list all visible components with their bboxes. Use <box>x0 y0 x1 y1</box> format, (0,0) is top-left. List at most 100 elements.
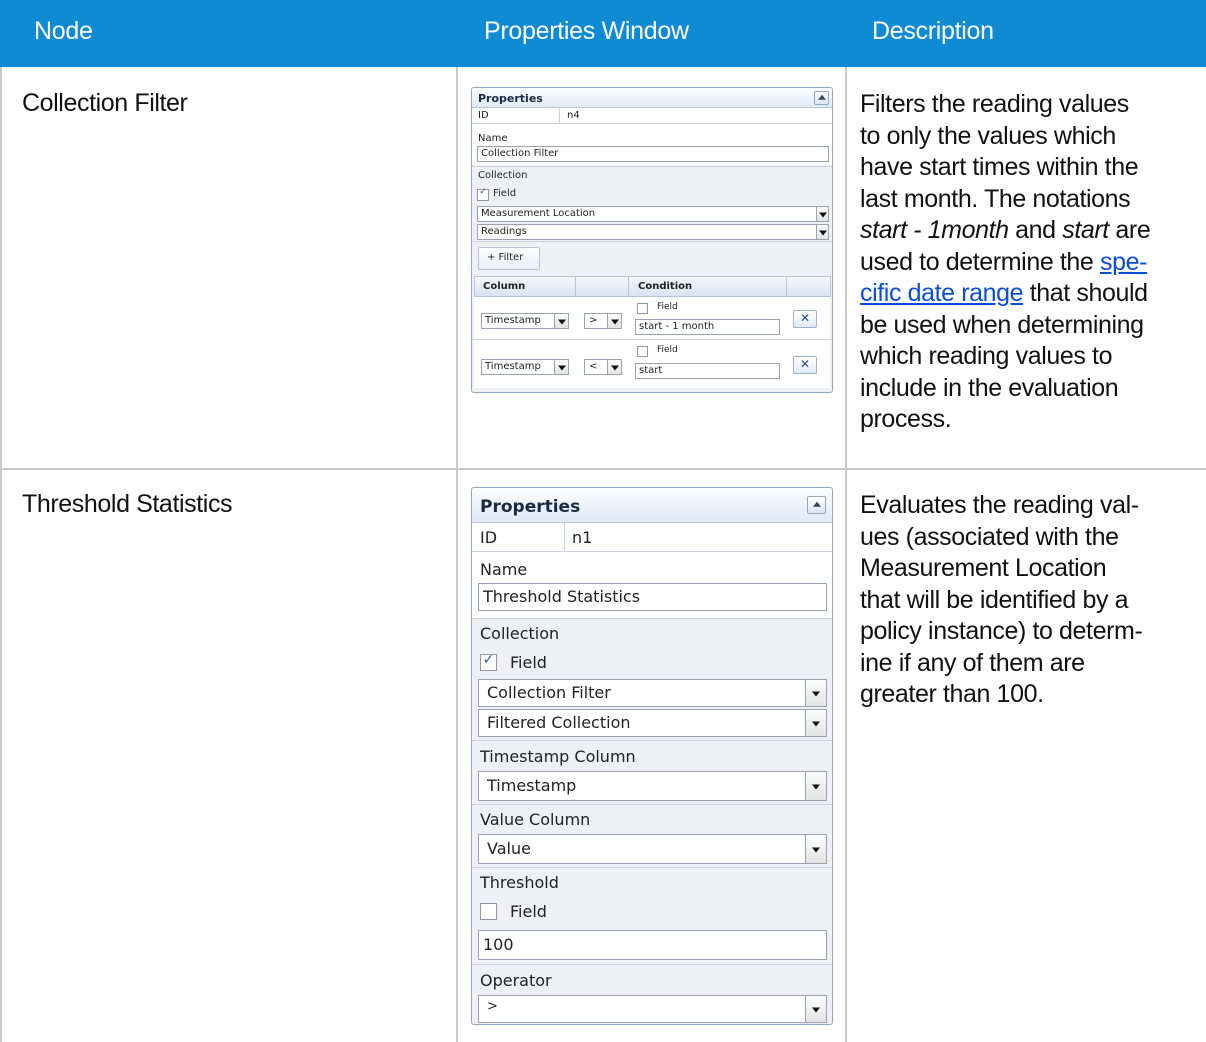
properties-panel-collection-filter: Properties ID n4 Name Collection Filter … <box>471 87 833 393</box>
filter-field-label: Field <box>657 302 678 312</box>
collection-label: Collection <box>480 624 560 643</box>
name-input[interactable]: Collection Filter <box>477 146 829 162</box>
node-name-collection-filter: Collection Filter <box>22 89 188 117</box>
filter-operator-select[interactable]: < <box>584 359 622 375</box>
chevron-down-icon <box>805 835 826 863</box>
id-row: ID n1 <box>472 523 832 551</box>
node-name-threshold-statistics: Threshold Statistics <box>22 490 233 518</box>
row-divider <box>0 468 1206 470</box>
desc-line: include in the evaluation <box>860 373 1119 402</box>
desc-line: process. <box>860 405 952 433</box>
operator-label: Operator <box>480 971 552 990</box>
remove-filter-icon[interactable]: ✕ <box>793 310 817 328</box>
desc-line: Filters the reading values <box>860 90 1129 118</box>
header-node: Node <box>34 17 93 45</box>
collection-field-label: Field <box>493 188 517 199</box>
collection-field-checkbox[interactable] <box>477 187 489 201</box>
desc-line: Measurement Location <box>860 554 1107 582</box>
threshold-field-label: Field <box>510 902 547 921</box>
filter-value-input[interactable]: start - 1 month <box>635 319 780 335</box>
add-filter-button[interactable]: + Filter <box>478 247 540 270</box>
chevron-down-icon <box>607 360 621 374</box>
chevron-down-icon <box>805 996 826 1022</box>
threshold-value-input[interactable]: 100 <box>478 930 827 960</box>
filter-field-checkbox[interactable] <box>637 303 648 314</box>
name-label: Name <box>478 133 508 144</box>
desc-line: start - 1month and start are <box>860 216 1151 244</box>
desc-line: ine if any of them are <box>860 648 1085 677</box>
filter-grid-header: Column Condition <box>474 276 831 297</box>
specific-date-range-link[interactable]: spe- <box>1100 248 1147 276</box>
panel-title: Properties <box>478 92 543 105</box>
desc-line: to only the values which <box>860 121 1116 150</box>
header-properties-window: Properties Window <box>484 17 689 45</box>
collection-select-1[interactable]: Measurement Location <box>477 206 829 222</box>
column-divider-1 <box>456 67 458 1042</box>
name-section: Name Threshold Statistics <box>472 552 832 618</box>
desc-line: used to determine the spe- <box>860 247 1148 276</box>
chevron-down-icon <box>816 225 828 239</box>
id-row: ID n4 <box>472 108 832 123</box>
filter-row: Timestamp < Field start ✕ <box>474 340 830 388</box>
filter-row: Timestamp > Field start - 1 month ✕ <box>474 297 830 339</box>
id-label: ID <box>480 528 498 547</box>
id-value: n1 <box>572 528 593 547</box>
chevron-down-icon <box>816 207 828 221</box>
desc-line: be used when determining <box>860 310 1144 339</box>
grid-col-column: Column <box>483 281 526 292</box>
collection-select-2[interactable]: Readings <box>477 224 829 240</box>
desc-line: last month. The notations <box>860 184 1131 213</box>
panel-header: Properties <box>472 488 832 523</box>
panel-title: Properties <box>480 497 581 517</box>
collapse-icon[interactable] <box>814 91 829 105</box>
filter-field-checkbox[interactable] <box>637 346 648 357</box>
name-section: Name Collection Filter <box>472 124 832 165</box>
collection-field-label: Field <box>510 653 547 672</box>
filter-value-input[interactable]: start <box>635 363 780 379</box>
collection-field-checkbox[interactable] <box>480 652 497 671</box>
operator-select[interactable]: > <box>478 995 827 1023</box>
threshold-field-checkbox[interactable] <box>480 903 497 920</box>
value-column-label: Value Column <box>480 810 591 829</box>
desc-line: cific date range that should <box>860 279 1148 307</box>
threshold-label: Threshold <box>480 873 559 892</box>
id-label: ID <box>478 110 489 121</box>
table-header: Node Properties Window Description <box>0 0 1206 67</box>
header-description: Description <box>872 17 994 45</box>
column-divider-2 <box>845 67 847 1042</box>
panel-header: Properties <box>472 88 832 108</box>
filter-column-select[interactable]: Timestamp <box>481 313 569 329</box>
collection-label: Collection <box>478 170 528 181</box>
chevron-down-icon <box>554 314 568 328</box>
chevron-down-icon <box>607 314 621 328</box>
chevron-down-icon <box>805 710 826 736</box>
table-border-left <box>0 67 2 1042</box>
desc-line: greater than 100. <box>860 680 1044 708</box>
desc-line: policy instance) to determ- <box>860 617 1143 645</box>
desc-line: which reading values to <box>860 342 1113 370</box>
collapse-icon[interactable] <box>807 496 826 514</box>
id-value: n4 <box>567 110 580 121</box>
name-input[interactable]: Threshold Statistics <box>478 583 827 611</box>
filter-field-label: Field <box>657 345 678 355</box>
timestamp-column-select[interactable]: Timestamp <box>478 771 827 801</box>
description-threshold-statistics: Evaluates the reading val- ues (associat… <box>860 490 1200 711</box>
filter-column-select[interactable]: Timestamp <box>481 359 569 375</box>
timestamp-column-label: Timestamp Column <box>480 747 636 766</box>
desc-line: that will be identified by a <box>860 585 1129 614</box>
name-label: Name <box>480 560 528 579</box>
desc-line: Evaluates the reading val- <box>860 491 1139 519</box>
properties-panel-threshold-statistics: Properties ID n1 Name Threshold Statisti… <box>471 487 833 1025</box>
desc-line: have start times within the <box>860 153 1139 181</box>
remove-filter-icon[interactable]: ✕ <box>793 356 817 374</box>
collection-select-2[interactable]: Filtered Collection <box>478 709 827 737</box>
chevron-down-icon <box>554 360 568 374</box>
value-column-select[interactable]: Value <box>478 834 827 864</box>
chevron-down-icon <box>805 680 826 706</box>
specific-date-range-link[interactable]: cific date range <box>860 279 1024 307</box>
desc-line: ues (associated with the <box>860 522 1119 551</box>
filter-operator-select[interactable]: > <box>584 313 622 329</box>
collection-select-1[interactable]: Collection Filter <box>478 679 827 707</box>
description-collection-filter: Filters the reading values to only the v… <box>860 89 1200 436</box>
chevron-down-icon <box>805 772 826 800</box>
